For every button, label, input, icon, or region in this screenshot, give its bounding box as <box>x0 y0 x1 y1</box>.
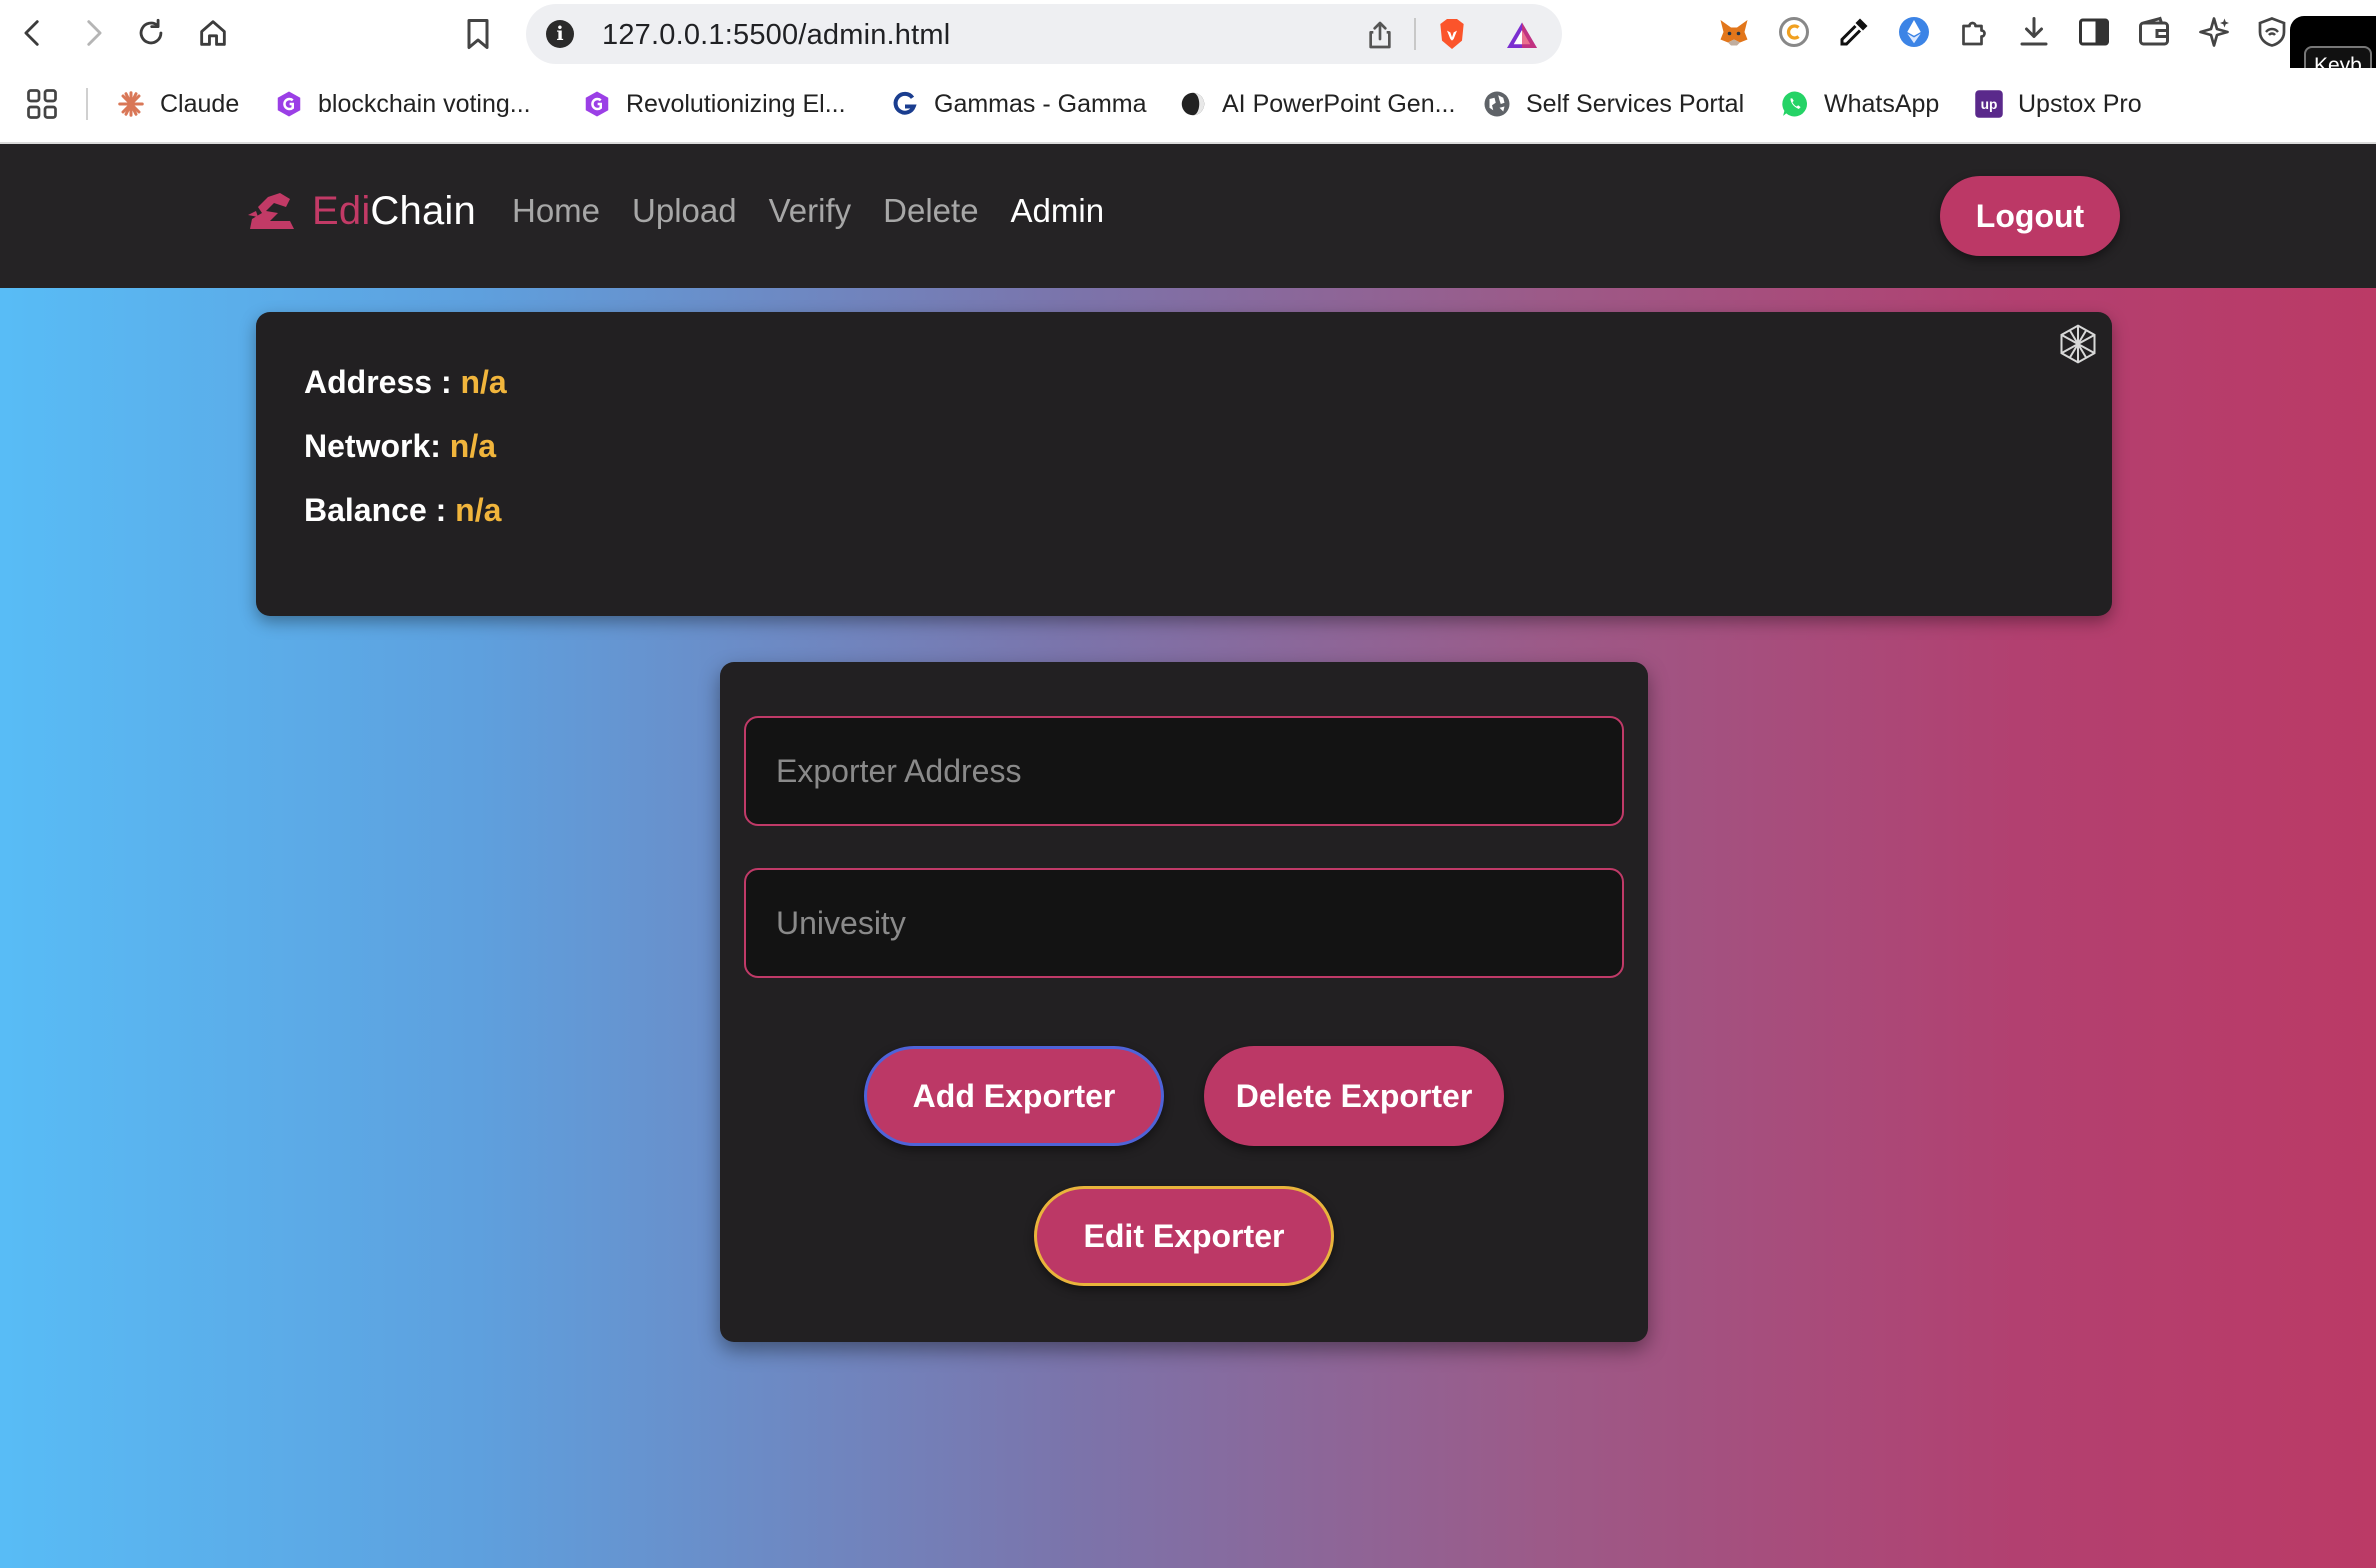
forward-arrow-icon <box>87 20 102 46</box>
bookmark-upstox[interactable]: up Upstox Pro <box>1974 84 2142 124</box>
wallet-icon[interactable] <box>2134 12 2174 52</box>
bookmarks-bar: Claude blockchain voting... Revolutioniz… <box>0 68 2376 144</box>
nav-admin[interactable]: Admin <box>1011 192 1105 230</box>
site-info-icon[interactable]: i <box>546 20 574 48</box>
ethereum-wireframe-icon <box>2056 322 2100 366</box>
add-exporter-button[interactable]: Add Exporter <box>864 1046 1164 1146</box>
reload-button[interactable] <box>128 10 174 56</box>
bookmark-label: Claude <box>160 89 240 118</box>
balance-value: n/a <box>455 492 502 528</box>
balance-row: Balance : n/a <box>304 492 501 529</box>
share-icon[interactable] <box>1364 18 1396 52</box>
copyright-extension-icon[interactable] <box>1774 12 1814 52</box>
vpn-shield-icon[interactable] <box>2252 12 2292 52</box>
gamma-icon <box>582 89 612 119</box>
bookmark-ai-powerpoint[interactable]: AI PowerPoint Gen... <box>1178 84 1455 124</box>
bookmark-claude[interactable]: Claude <box>116 84 239 124</box>
sphere-icon <box>1178 89 1208 119</box>
bookmark-label: Upstox Pro <box>2018 89 2142 118</box>
nav-verify[interactable]: Verify <box>769 192 852 230</box>
bookmark-page-button[interactable] <box>460 14 496 54</box>
gamma-icon <box>274 89 304 119</box>
university-input[interactable] <box>744 868 1624 978</box>
whatsapp-icon <box>1780 89 1810 119</box>
bookmarks-divider <box>86 88 88 120</box>
balance-label: Balance : <box>304 492 447 528</box>
nav-home[interactable]: Home <box>512 192 600 230</box>
sidebar-toggle-icon[interactable] <box>2074 12 2114 52</box>
bookmark-label: Gammas - Gamma <box>934 89 1147 118</box>
delete-exporter-button[interactable]: Delete Exporter <box>1204 1046 1504 1146</box>
bookmark-label: blockchain voting... <box>318 89 531 118</box>
bookmark-label: AI PowerPoint Gen... <box>1222 89 1456 118</box>
download-icon[interactable] <box>2014 12 2054 52</box>
brand-name-part1: Edi <box>312 188 371 233</box>
eyedropper-extension-icon[interactable] <box>1834 12 1874 52</box>
claude-icon <box>116 89 146 119</box>
bookmark-icon <box>467 19 489 49</box>
bookmark-label: Revolutionizing El... <box>626 89 846 118</box>
brand-logo[interactable]: EdiChain <box>246 188 476 234</box>
wallet-info-card: Address : n/a Network: n/a Balance : n/a <box>256 312 2112 616</box>
nav-upload[interactable]: Upload <box>632 192 737 230</box>
apps-grid-icon[interactable] <box>24 86 60 122</box>
brand-dragon-icon <box>248 193 294 229</box>
address-row: Address : n/a <box>304 364 507 401</box>
bookmark-revolutionizing[interactable]: Revolutionizing El... <box>582 84 846 124</box>
bookmark-whatsapp[interactable]: WhatsApp <box>1780 84 1939 124</box>
address-bar[interactable]: i 127.0.0.1:5500/admin.html <box>526 4 1562 64</box>
leo-ai-sparkle-icon[interactable] <box>2194 12 2234 52</box>
edit-exporter-button[interactable]: Edit Exporter <box>1034 1186 1334 1286</box>
forward-button[interactable] <box>70 10 116 56</box>
extensions-puzzle-icon[interactable] <box>1954 12 1994 52</box>
main-nav: Home Upload Verify Delete Admin <box>512 192 1104 230</box>
exporter-address-input[interactable] <box>744 716 1624 826</box>
bookmark-self-services[interactable]: Self Services Portal <box>1482 84 1744 124</box>
brave-shields-icon[interactable] <box>1432 14 1472 54</box>
logout-button[interactable]: Logout <box>1940 176 2120 256</box>
url-text[interactable]: 127.0.0.1:5500/admin.html <box>602 19 950 52</box>
exporter-form-card: Add Exporter Delete Exporter Edit Export… <box>720 662 1648 1342</box>
ethereum-extension-icon[interactable] <box>1894 12 1934 52</box>
network-row: Network: n/a <box>304 428 496 465</box>
page-content: EdiChain Home Upload Verify Delete Admin… <box>0 144 2376 1568</box>
network-value: n/a <box>449 428 497 464</box>
back-arrow-icon <box>24 20 39 46</box>
browser-toolbar: i 127.0.0.1:5500/admin.html Keyb <box>0 0 2376 120</box>
g-icon <box>890 89 920 119</box>
home-button[interactable] <box>190 10 236 56</box>
bookmark-blockchain-voting[interactable]: blockchain voting... <box>274 84 531 124</box>
brand-name-part2: Chain <box>370 188 476 233</box>
reload-icon <box>139 18 163 45</box>
nav-delete[interactable]: Delete <box>883 192 978 230</box>
home-icon <box>200 20 226 46</box>
brave-rewards-icon[interactable] <box>1502 18 1542 54</box>
bookmark-label: WhatsApp <box>1824 89 1940 118</box>
network-label: Network: <box>304 428 441 464</box>
globe-icon <box>1482 89 1512 119</box>
metamask-extension-icon[interactable] <box>1714 12 1754 52</box>
upstox-icon: up <box>1974 89 2004 119</box>
site-navbar: EdiChain Home Upload Verify Delete Admin… <box>0 144 2376 288</box>
bookmark-gammas[interactable]: Gammas - Gamma <box>890 84 1147 124</box>
bookmark-label: Self Services Portal <box>1526 89 1745 118</box>
back-button[interactable] <box>10 10 56 56</box>
address-label: Address : <box>304 364 452 400</box>
svg-text:up: up <box>1981 97 1998 112</box>
address-value: n/a <box>460 364 507 400</box>
address-bar-divider <box>1414 18 1416 50</box>
